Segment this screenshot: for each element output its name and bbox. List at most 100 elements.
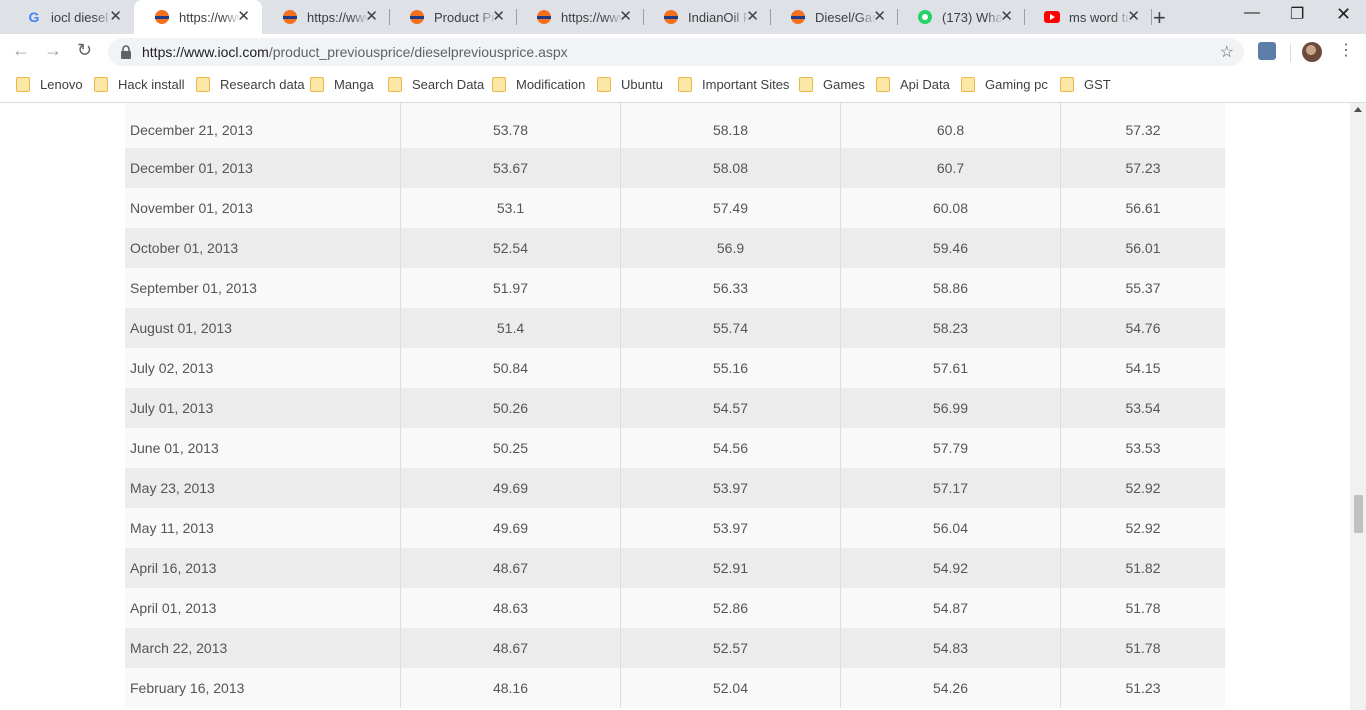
tab-close-icon[interactable]: ✕: [873, 9, 886, 25]
tab-close-icon[interactable]: ✕: [109, 9, 122, 25]
price-cell: 55.37: [1060, 268, 1225, 308]
bookmark-label: Search Data: [412, 77, 485, 92]
browser-tab[interactable]: (173) WhatsApp✕: [897, 0, 1025, 34]
bookmark-item[interactable]: Manga: [310, 77, 374, 92]
tab-title: https://www.iocl.com: [307, 9, 369, 25]
new-tab-button[interactable]: +: [1153, 5, 1166, 31]
price-cell: 48.67: [400, 628, 620, 668]
table-row: February 16, 2013 48.16 52.04 54.26 51.23: [125, 668, 1225, 708]
price-cell: 53.53: [1060, 428, 1225, 468]
browser-menu-icon[interactable]: ⋮: [1338, 40, 1354, 60]
price-cell: 56.33: [620, 268, 840, 308]
price-cell: 56.99: [840, 388, 1060, 428]
date-cell: June 01, 2013: [130, 440, 219, 456]
tab-close-icon[interactable]: ✕: [1000, 9, 1013, 25]
table-row: May 11, 2013 49.69 53.97 56.04 52.92: [125, 508, 1225, 548]
tab-separator: [1151, 9, 1152, 25]
price-cell: 52.91: [620, 548, 840, 588]
bookmark-label: Lenovo: [40, 77, 83, 92]
browser-tab[interactable]: https://www.iocl.com✕: [262, 0, 390, 34]
price-cell: 58.08: [620, 148, 840, 188]
scrollbar-thumb[interactable]: [1354, 495, 1363, 533]
extension-icon[interactable]: [1258, 42, 1276, 60]
forward-button[interactable]: →: [44, 40, 62, 61]
price-cell: 60.8: [840, 103, 1060, 148]
reload-button[interactable]: ↻: [77, 40, 92, 61]
price-cell: 58.18: [620, 103, 840, 148]
tab-close-icon[interactable]: ✕: [746, 9, 759, 25]
bookmark-label: Modification: [516, 77, 586, 92]
tab-close-icon[interactable]: ✕: [1127, 9, 1140, 25]
bookmark-item[interactable]: Ubuntu: [597, 77, 663, 92]
price-cell: 54.56: [620, 428, 840, 468]
price-cell: 50.26: [400, 388, 620, 428]
bookmark-item[interactable]: Research data: [196, 77, 305, 92]
date-cell: December 01, 2013: [130, 160, 253, 176]
tab-strip: Giocl diesel price✕https://www.iocl.com✕…: [0, 0, 1366, 34]
bookmarks-bar: Lenovo Hack install Research data Manga Sear…: [0, 70, 1366, 103]
price-cell: 53.1: [400, 188, 620, 228]
indianoil-icon: [663, 9, 679, 25]
back-button[interactable]: ←: [12, 40, 30, 61]
table-row: July 02, 2013 50.84 55.16 57.61 54.15: [125, 348, 1225, 388]
price-cell: 58.23: [840, 308, 1060, 348]
price-cell: 52.54: [400, 228, 620, 268]
restore-button[interactable]: ❐: [1290, 4, 1304, 24]
tab-close-icon[interactable]: ✕: [492, 9, 505, 25]
folder-icon: [16, 77, 30, 92]
price-cell: 54.57: [620, 388, 840, 428]
price-cell: 54.15: [1060, 348, 1225, 388]
table-row: May 23, 2013 49.69 53.97 57.17 52.92: [125, 468, 1225, 508]
bookmark-item[interactable]: Search Data: [388, 77, 484, 92]
bookmark-item[interactable]: Important Sites: [678, 77, 789, 92]
folder-icon: [678, 77, 692, 92]
table-row: August 01, 2013 51.4 55.74 58.23 54.76: [125, 308, 1225, 348]
table-row: December 01, 2013 53.67 58.08 60.7 57.23: [125, 148, 1225, 188]
browser-tab[interactable]: Product Price✕: [389, 0, 517, 34]
scroll-up-arrow[interactable]: [1354, 107, 1362, 112]
browser-tab[interactable]: ms word tutorial✕: [1024, 0, 1152, 34]
bookmark-item[interactable]: Hack install: [94, 77, 184, 92]
price-cell: 57.23: [1060, 148, 1225, 188]
folder-icon: [597, 77, 611, 92]
price-cell: 58.86: [840, 268, 1060, 308]
date-cell: December 21, 2013: [130, 122, 253, 138]
browser-tab[interactable]: IndianOil Price✕: [643, 0, 771, 34]
tab-title: (173) WhatsApp: [942, 9, 1004, 25]
date-cell: May 11, 2013: [130, 520, 214, 536]
date-cell: November 01, 2013: [130, 200, 253, 216]
close-window-button[interactable]: ✕: [1336, 4, 1351, 25]
url-host: https://www.iocl.com: [142, 44, 269, 60]
bookmark-item[interactable]: Lenovo: [16, 77, 83, 92]
address-bar[interactable]: https://www.iocl.com/product_previouspri…: [108, 38, 1244, 66]
indianoil-icon: [282, 9, 298, 25]
bookmark-item[interactable]: Api Data: [876, 77, 950, 92]
price-cell: 56.04: [840, 508, 1060, 548]
price-cell: 51.78: [1060, 588, 1225, 628]
tab-close-icon[interactable]: ✕: [365, 9, 378, 25]
browser-tab[interactable]: https://www.iocl.com✕: [134, 0, 262, 34]
bookmark-item[interactable]: Games: [799, 77, 865, 92]
tab-close-icon[interactable]: ✕: [619, 9, 632, 25]
minimize-button[interactable]: —: [1244, 4, 1260, 22]
browser-tab[interactable]: Diesel/Gas oil✕: [770, 0, 898, 34]
price-cell: 51.23: [1060, 668, 1225, 708]
bookmark-item[interactable]: GST: [1060, 77, 1111, 92]
bookmark-star-icon[interactable]: ☆: [1220, 42, 1234, 62]
price-cell: 56.61: [1060, 188, 1225, 228]
browser-tab[interactable]: Giocl diesel price✕: [6, 0, 134, 34]
page-scrollbar[interactable]: [1350, 103, 1366, 710]
whatsapp-icon: [917, 9, 933, 25]
date-cell: March 22, 2013: [130, 640, 228, 656]
browser-tab[interactable]: https://www.iocl.com✕: [516, 0, 644, 34]
bookmark-item[interactable]: Gaming pc: [961, 77, 1048, 92]
tab-title: Diesel/Gas oil: [815, 9, 877, 25]
profile-avatar[interactable]: [1302, 42, 1322, 62]
bookmark-label: Games: [823, 77, 865, 92]
table-row: October 01, 2013 52.54 56.9 59.46 56.01: [125, 228, 1225, 268]
browser-toolbar: ← → ↻ https://www.iocl.com/product_previ…: [0, 34, 1366, 70]
price-cell: 60.08: [840, 188, 1060, 228]
bookmark-label: Gaming pc: [985, 77, 1048, 92]
bookmark-item[interactable]: Modification: [492, 77, 585, 92]
tab-close-icon[interactable]: ✕: [237, 9, 250, 25]
